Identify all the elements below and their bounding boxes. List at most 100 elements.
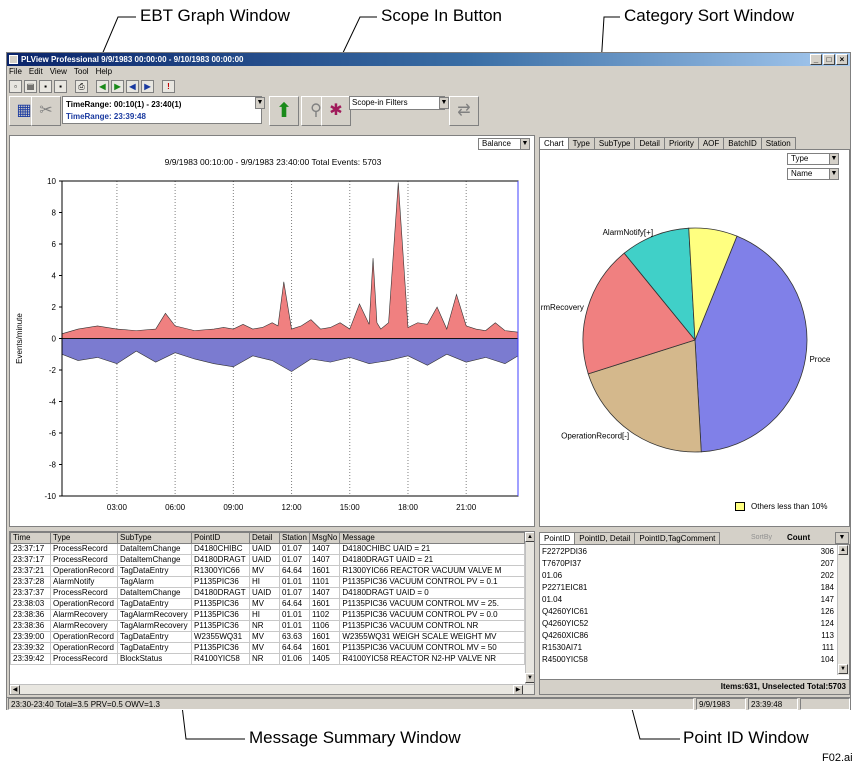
col-message[interactable]: Message — [339, 532, 525, 544]
point-scroll-down-icon[interactable]: ▼ — [838, 664, 848, 674]
message-cell: MV — [249, 642, 280, 654]
scroll-down-icon[interactable]: ▼ — [525, 673, 534, 683]
tab-subtype[interactable]: SubType — [593, 137, 636, 149]
menu-help[interactable]: Help — [96, 66, 112, 78]
col-subtype[interactable]: SubType — [117, 532, 192, 544]
tab-pointid[interactable]: PointID — [539, 532, 576, 544]
tab-detail[interactable]: Detail — [634, 137, 665, 149]
category-type-dropdown-icon[interactable]: ▼ — [829, 153, 839, 165]
message-cell: 23:38:03 — [10, 598, 51, 610]
message-summary-window: Time Type SubType PointID Detail Station… — [9, 531, 535, 695]
col-type[interactable]: Type — [50, 532, 118, 544]
col-msgno[interactable]: MsgNo — [308, 532, 341, 544]
message-cell: TagAlarmRecovery — [117, 620, 192, 632]
new-icon[interactable]: ▫ — [9, 80, 22, 93]
col-time[interactable]: Time — [10, 532, 51, 544]
menu-view[interactable]: View — [50, 66, 67, 78]
tab-station[interactable]: Station — [760, 137, 796, 149]
message-vscroll[interactable]: ▲ ▼ — [525, 532, 534, 684]
message-cell: ProcessRecord — [50, 543, 118, 555]
category-name-select[interactable]: Name ▼ — [787, 168, 839, 180]
cut-icon[interactable]: ✂ — [31, 96, 61, 126]
previous-green-icon[interactable]: ◀ — [96, 80, 109, 93]
save-icon[interactable]: ▪ — [39, 80, 52, 93]
message-row[interactable]: 23:37:37 ProcessRecord DataItemChange D4180… — [10, 587, 525, 599]
balance-dropdown-icon[interactable]: ▼ — [520, 138, 530, 150]
point-row[interactable]: P2271EIC81 184 — [542, 582, 834, 594]
point-row[interactable]: Q4260YIC52 124 — [542, 618, 834, 630]
maximize-button[interactable]: □ — [823, 54, 835, 65]
alert-icon[interactable]: ! — [162, 80, 175, 93]
point-row[interactable]: 01.06 202 — [542, 570, 834, 582]
category-sort-window: Type ▼ Name ▼ Proce OperationRecord[-] rmR… — [539, 149, 850, 527]
col-pointid[interactable]: PointID — [191, 532, 250, 544]
scope-filter-select[interactable]: Scope-in Filters — [349, 96, 445, 110]
save-as-icon[interactable]: ▪ — [54, 80, 67, 93]
message-row[interactable]: 23:38:36 AlarmRecovery TagAlarmRecovery P11… — [10, 609, 525, 621]
point-row[interactable]: F2272PDI36 306 — [542, 546, 834, 558]
time-range-box[interactable]: TimeRange: 00:10(1) - 23:40(1) TimeRange… — [62, 96, 262, 124]
tab-type[interactable]: Type — [567, 137, 595, 149]
tab-chart[interactable]: Chart — [539, 137, 569, 149]
message-cell: 64.64 — [279, 598, 310, 610]
balance-select[interactable]: Balance ▼ — [478, 138, 530, 150]
message-table-header: Time Type SubType PointID Detail Station… — [10, 532, 525, 544]
message-row[interactable]: 23:39:00 OperationRecord TagDataEntry W2355… — [10, 631, 525, 643]
message-cell: DataItemChange — [117, 543, 192, 555]
next-blue-icon[interactable]: ▶ — [141, 80, 154, 93]
message-cell: P1135PIC36 — [191, 609, 250, 621]
tab-pointid-detail[interactable]: PointID, Detail — [574, 532, 636, 544]
message-row[interactable]: 23:37:17 ProcessRecord DataItemChange D4180… — [10, 543, 525, 555]
message-cell: P1135PIC36 — [191, 642, 250, 654]
scope-filter-value: Scope-in Filters — [352, 98, 408, 107]
tab-priority[interactable]: Priority — [663, 137, 699, 149]
negative-events-area — [61, 338, 519, 372]
scroll-left-icon[interactable]: ◀ — [10, 685, 20, 694]
swap-icon[interactable]: ⇄ — [449, 96, 479, 126]
scope-filter-dropdown-icon[interactable]: ▼ — [439, 97, 449, 109]
count-header[interactable]: Count — [787, 533, 810, 542]
close-button[interactable]: × — [836, 54, 848, 65]
menu-file[interactable]: File — [9, 66, 22, 78]
message-row[interactable]: 23:37:17 ProcessRecord DataItemChange D4180… — [10, 554, 525, 566]
print-icon[interactable]: ⎙ — [75, 80, 88, 93]
menu-tool[interactable]: Tool — [74, 66, 89, 78]
tab-batchid[interactable]: BatchID — [723, 137, 762, 149]
point-row[interactable]: R4500YIC58 104 — [542, 654, 834, 666]
point-vscroll[interactable]: ▲ ▼ — [837, 545, 849, 675]
next-green-icon[interactable]: ▶ — [111, 80, 124, 93]
scroll-up-icon[interactable]: ▲ — [525, 532, 534, 542]
filter-icon[interactable]: ✱ — [321, 96, 351, 126]
message-row[interactable]: 23:38:36 AlarmRecovery TagAlarmRecovery P11… — [10, 620, 525, 632]
point-row[interactable]: R1530AI71 111 — [542, 642, 834, 654]
tab-aof[interactable]: AOF — [697, 137, 725, 149]
message-hscroll[interactable]: ◀ ▶ — [10, 684, 534, 694]
up-arrow-icon[interactable]: ⬆ — [269, 96, 299, 126]
menu-edit[interactable]: Edit — [29, 66, 43, 78]
message-row[interactable]: 23:37:21 OperationRecord TagDataEntry R1300… — [10, 565, 525, 577]
count-sort-dropdown-icon[interactable]: ▼ — [835, 532, 849, 544]
point-scroll-up-icon[interactable]: ▲ — [838, 545, 848, 555]
col-detail[interactable]: Detail — [249, 532, 280, 544]
point-row[interactable]: 01.04 147 — [542, 594, 834, 606]
message-row[interactable]: 23:39:32 OperationRecord TagDataEntry P1135… — [10, 642, 525, 654]
message-cell: 1601 — [308, 598, 341, 610]
point-row[interactable]: Q4260YIC61 126 — [542, 606, 834, 618]
category-name-dropdown-icon[interactable]: ▼ — [829, 168, 839, 180]
category-type-select[interactable]: Type ▼ — [787, 153, 839, 165]
message-row[interactable]: 23:37:28 AlarmNotify TagAlarm P1135PIC36 HI 0… — [10, 576, 525, 588]
point-row[interactable]: T7670PI37 207 — [542, 558, 834, 570]
scroll-right-icon[interactable]: ▶ — [513, 685, 523, 694]
minimize-button[interactable]: _ — [810, 54, 822, 65]
open-icon[interactable]: ▤ — [24, 80, 37, 93]
col-station[interactable]: Station — [279, 532, 310, 544]
message-row[interactable]: 23:38:03 OperationRecord TagDataEntry P1135… — [10, 598, 525, 610]
time-range-dropdown-icon[interactable]: ▼ — [255, 97, 265, 109]
point-row[interactable]: Q4260XIC86 113 — [542, 630, 834, 642]
tab-pointid-tagcomment[interactable]: PointID,TagComment — [634, 532, 721, 544]
message-cell: R4100YIC58 — [191, 653, 250, 665]
point-id: Q4260XIC86 — [542, 631, 589, 640]
point-id: 01.06 — [542, 571, 563, 580]
previous-blue-icon[interactable]: ◀ — [126, 80, 139, 93]
message-row[interactable]: 23:39:42 ProcessRecord BlockStatus R4100YIC… — [10, 653, 525, 665]
